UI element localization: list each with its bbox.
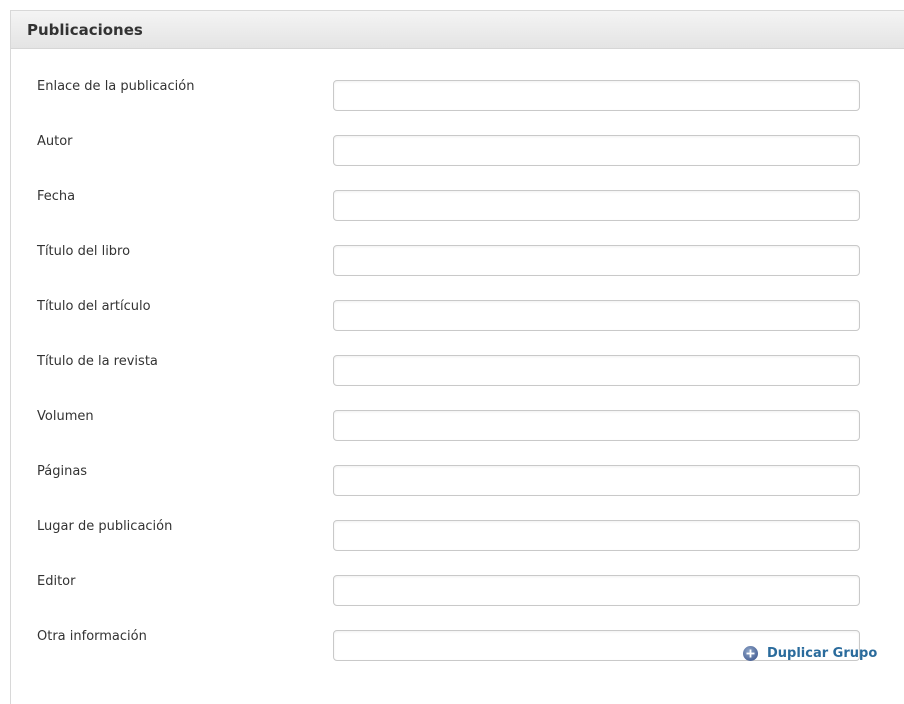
duplicate-group-label: Duplicar Grupo (767, 645, 878, 661)
date-input[interactable] (333, 190, 860, 221)
field-label-publication-place: Lugar de publicación (37, 519, 173, 534)
field-row-editor: Editor (11, 572, 904, 606)
author-input[interactable] (333, 135, 860, 166)
panel-title: Publicaciones (27, 20, 143, 39)
plus-circle-icon (743, 645, 758, 661)
field-label-editor: Editor (37, 574, 76, 589)
field-row-author: Autor (11, 132, 904, 166)
publications-panel: Publicaciones Enlace de la publicación A… (10, 10, 904, 704)
field-row-journal-title: Título de la revista (11, 352, 904, 386)
journal-title-input[interactable] (333, 355, 860, 386)
field-label-author: Autor (37, 134, 73, 149)
field-label-volume: Volumen (37, 409, 94, 424)
field-label-journal-title: Título de la revista (37, 354, 158, 369)
field-label-other-info: Otra información (37, 629, 147, 644)
field-row-article-title: Título del artículo (11, 297, 904, 331)
field-label-book-title: Título del libro (37, 244, 131, 259)
article-title-input[interactable] (333, 300, 860, 331)
editor-input[interactable] (333, 575, 860, 606)
field-row-publication-place: Lugar de publicación (11, 517, 904, 551)
field-row-date: Fecha (11, 187, 904, 221)
book-title-input[interactable] (333, 245, 860, 276)
publication-link-input[interactable] (333, 80, 860, 111)
volume-input[interactable] (333, 410, 860, 441)
field-label-date: Fecha (37, 189, 76, 204)
field-row-publication-link: Enlace de la publicación (11, 77, 904, 111)
field-row-book-title: Título del libro (11, 242, 904, 276)
duplicate-group-button[interactable]: Duplicar Grupo (743, 643, 877, 663)
field-label-publication-link: Enlace de la publicación (37, 79, 195, 94)
publication-place-input[interactable] (333, 520, 860, 551)
field-row-volume: Volumen (11, 407, 904, 441)
field-label-pages: Páginas (37, 464, 88, 479)
panel-header: Publicaciones (11, 11, 904, 49)
pages-input[interactable] (333, 465, 860, 496)
field-row-pages: Páginas (11, 462, 904, 496)
field-label-article-title: Título del artículo (37, 299, 151, 314)
